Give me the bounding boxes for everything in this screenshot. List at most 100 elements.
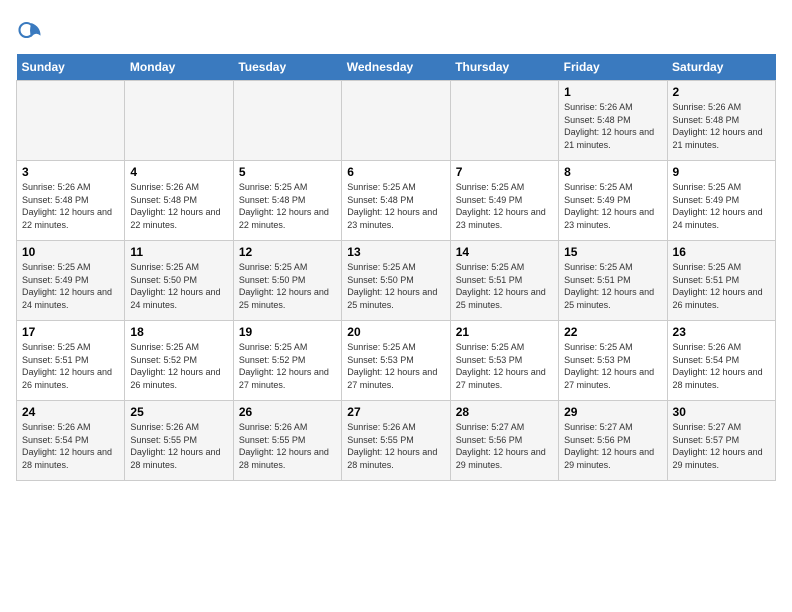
day-cell: 30 Sunrise: 5:27 AM Sunset: 5:57 PM Dayli… — [667, 401, 775, 481]
day-number: 21 — [456, 325, 553, 339]
day-cell: 25 Sunrise: 5:26 AM Sunset: 5:55 PM Dayli… — [125, 401, 233, 481]
day-number: 22 — [564, 325, 661, 339]
day-number: 25 — [130, 405, 227, 419]
logo-icon — [16, 16, 44, 44]
day-number: 7 — [456, 165, 553, 179]
day-number: 1 — [564, 85, 661, 99]
day-info: Sunrise: 5:25 AM Sunset: 5:49 PM Dayligh… — [564, 181, 661, 231]
day-cell: 1 Sunrise: 5:26 AM Sunset: 5:48 PM Daylig… — [559, 81, 667, 161]
calendar-header: SundayMondayTuesdayWednesdayThursdayFrid… — [17, 54, 776, 81]
day-cell: 27Sunrise: 5:26 AM Sunset: 5:55 PM Dayli… — [342, 401, 450, 481]
day-cell: 8 Sunrise: 5:25 AM Sunset: 5:49 PM Daylig… — [559, 161, 667, 241]
day-info: Sunrise: 5:25 AM Sunset: 5:51 PM Dayligh… — [673, 261, 770, 311]
day-number: 28 — [456, 405, 553, 419]
day-info: Sunrise: 5:27 AM Sunset: 5:56 PM Dayligh… — [456, 421, 553, 471]
day-cell: 9 Sunrise: 5:25 AM Sunset: 5:49 PM Daylig… — [667, 161, 775, 241]
day-cell — [342, 81, 450, 161]
day-info: Sunrise: 5:25 AM Sunset: 5:50 PM Dayligh… — [130, 261, 227, 311]
day-number: 15 — [564, 245, 661, 259]
day-cell: 22 Sunrise: 5:25 AM Sunset: 5:53 PM Dayli… — [559, 321, 667, 401]
day-number: 26 — [239, 405, 336, 419]
day-number: 4 — [130, 165, 227, 179]
day-number: 24 — [22, 405, 119, 419]
header-row: SundayMondayTuesdayWednesdayThursdayFrid… — [17, 54, 776, 81]
day-info: Sunrise: 5:25 AM Sunset: 5:50 PM Dayligh… — [239, 261, 336, 311]
header-cell-tuesday: Tuesday — [233, 54, 341, 81]
day-cell: 24 Sunrise: 5:26 AM Sunset: 5:54 PM Dayli… — [17, 401, 125, 481]
day-cell: 3 Sunrise: 5:26 AM Sunset: 5:48 PM Daylig… — [17, 161, 125, 241]
day-cell: 17Sunrise: 5:25 AM Sunset: 5:51 PM Dayli… — [17, 321, 125, 401]
day-cell: 16 Sunrise: 5:25 AM Sunset: 5:51 PM Dayli… — [667, 241, 775, 321]
day-info: Sunrise: 5:25 AM Sunset: 5:49 PM Dayligh… — [456, 181, 553, 231]
week-row-1: 1 Sunrise: 5:26 AM Sunset: 5:48 PM Daylig… — [17, 81, 776, 161]
day-number: 8 — [564, 165, 661, 179]
day-info: Sunrise: 5:25 AM Sunset: 5:52 PM Dayligh… — [239, 341, 336, 391]
day-cell: 4Sunrise: 5:26 AM Sunset: 5:48 PM Daylig… — [125, 161, 233, 241]
day-cell: 10 Sunrise: 5:25 AM Sunset: 5:49 PM Dayli… — [17, 241, 125, 321]
header-cell-wednesday: Wednesday — [342, 54, 450, 81]
day-cell: 21 Sunrise: 5:25 AM Sunset: 5:53 PM Dayli… — [450, 321, 558, 401]
day-number: 10 — [22, 245, 119, 259]
day-number: 16 — [673, 245, 770, 259]
day-cell: 29 Sunrise: 5:27 AM Sunset: 5:56 PM Dayli… — [559, 401, 667, 481]
week-row-4: 17Sunrise: 5:25 AM Sunset: 5:51 PM Dayli… — [17, 321, 776, 401]
day-number: 19 — [239, 325, 336, 339]
day-cell — [450, 81, 558, 161]
day-number: 14 — [456, 245, 553, 259]
day-cell: 20 Sunrise: 5:25 AM Sunset: 5:53 PM Dayli… — [342, 321, 450, 401]
day-info: Sunrise: 5:27 AM Sunset: 5:57 PM Dayligh… — [673, 421, 770, 471]
header — [16, 16, 776, 44]
day-number: 2 — [673, 85, 770, 99]
header-cell-saturday: Saturday — [667, 54, 775, 81]
day-info: Sunrise: 5:25 AM Sunset: 5:49 PM Dayligh… — [22, 261, 119, 311]
day-cell: 15 Sunrise: 5:25 AM Sunset: 5:51 PM Dayli… — [559, 241, 667, 321]
day-info: Sunrise: 5:26 AM Sunset: 5:48 PM Dayligh… — [22, 181, 119, 231]
day-cell: 12 Sunrise: 5:25 AM Sunset: 5:50 PM Dayli… — [233, 241, 341, 321]
day-number: 29 — [564, 405, 661, 419]
calendar-body: 1 Sunrise: 5:26 AM Sunset: 5:48 PM Daylig… — [17, 81, 776, 481]
day-number: 30 — [673, 405, 770, 419]
header-cell-thursday: Thursday — [450, 54, 558, 81]
day-info: Sunrise: 5:26 AM Sunset: 5:48 PM Dayligh… — [673, 101, 770, 151]
day-cell — [233, 81, 341, 161]
day-number: 3 — [22, 165, 119, 179]
day-cell — [17, 81, 125, 161]
day-number: 12 — [239, 245, 336, 259]
day-info: Sunrise: 5:25 AM Sunset: 5:53 PM Dayligh… — [564, 341, 661, 391]
day-cell: 19 Sunrise: 5:25 AM Sunset: 5:52 PM Dayli… — [233, 321, 341, 401]
day-info: Sunrise: 5:26 AM Sunset: 5:54 PM Dayligh… — [673, 341, 770, 391]
day-info: Sunrise: 5:26 AM Sunset: 5:48 PM Dayligh… — [564, 101, 661, 151]
day-number: 9 — [673, 165, 770, 179]
day-cell: 7 Sunrise: 5:25 AM Sunset: 5:49 PM Daylig… — [450, 161, 558, 241]
day-number: 5 — [239, 165, 336, 179]
logo — [16, 16, 48, 44]
day-info: Sunrise: 5:25 AM Sunset: 5:53 PM Dayligh… — [347, 341, 444, 391]
day-number: 6 — [347, 165, 444, 179]
calendar-table: SundayMondayTuesdayWednesdayThursdayFrid… — [16, 54, 776, 481]
day-cell — [125, 81, 233, 161]
day-cell: 14 Sunrise: 5:25 AM Sunset: 5:51 PM Dayli… — [450, 241, 558, 321]
week-row-5: 24 Sunrise: 5:26 AM Sunset: 5:54 PM Dayli… — [17, 401, 776, 481]
week-row-3: 10 Sunrise: 5:25 AM Sunset: 5:49 PM Dayli… — [17, 241, 776, 321]
day-cell: 18Sunrise: 5:25 AM Sunset: 5:52 PM Dayli… — [125, 321, 233, 401]
day-info: Sunrise: 5:26 AM Sunset: 5:55 PM Dayligh… — [239, 421, 336, 471]
day-info: Sunrise: 5:26 AM Sunset: 5:54 PM Dayligh… — [22, 421, 119, 471]
week-row-2: 3 Sunrise: 5:26 AM Sunset: 5:48 PM Daylig… — [17, 161, 776, 241]
day-cell: 11Sunrise: 5:25 AM Sunset: 5:50 PM Dayli… — [125, 241, 233, 321]
day-cell: 5 Sunrise: 5:25 AM Sunset: 5:48 PM Daylig… — [233, 161, 341, 241]
day-number: 20 — [347, 325, 444, 339]
day-info: Sunrise: 5:25 AM Sunset: 5:52 PM Dayligh… — [130, 341, 227, 391]
day-cell: 23Sunrise: 5:26 AM Sunset: 5:54 PM Dayli… — [667, 321, 775, 401]
day-info: Sunrise: 5:26 AM Sunset: 5:55 PM Dayligh… — [130, 421, 227, 471]
day-info: Sunrise: 5:25 AM Sunset: 5:51 PM Dayligh… — [456, 261, 553, 311]
day-info: Sunrise: 5:25 AM Sunset: 5:51 PM Dayligh… — [564, 261, 661, 311]
day-cell: 26 Sunrise: 5:26 AM Sunset: 5:55 PM Dayli… — [233, 401, 341, 481]
header-cell-sunday: Sunday — [17, 54, 125, 81]
day-info: Sunrise: 5:25 AM Sunset: 5:48 PM Dayligh… — [239, 181, 336, 231]
day-number: 17 — [22, 325, 119, 339]
day-info: Sunrise: 5:25 AM Sunset: 5:49 PM Dayligh… — [673, 181, 770, 231]
day-number: 13 — [347, 245, 444, 259]
day-info: Sunrise: 5:25 AM Sunset: 5:53 PM Dayligh… — [456, 341, 553, 391]
day-info: Sunrise: 5:26 AM Sunset: 5:55 PM Dayligh… — [347, 421, 444, 471]
day-info: Sunrise: 5:27 AM Sunset: 5:56 PM Dayligh… — [564, 421, 661, 471]
